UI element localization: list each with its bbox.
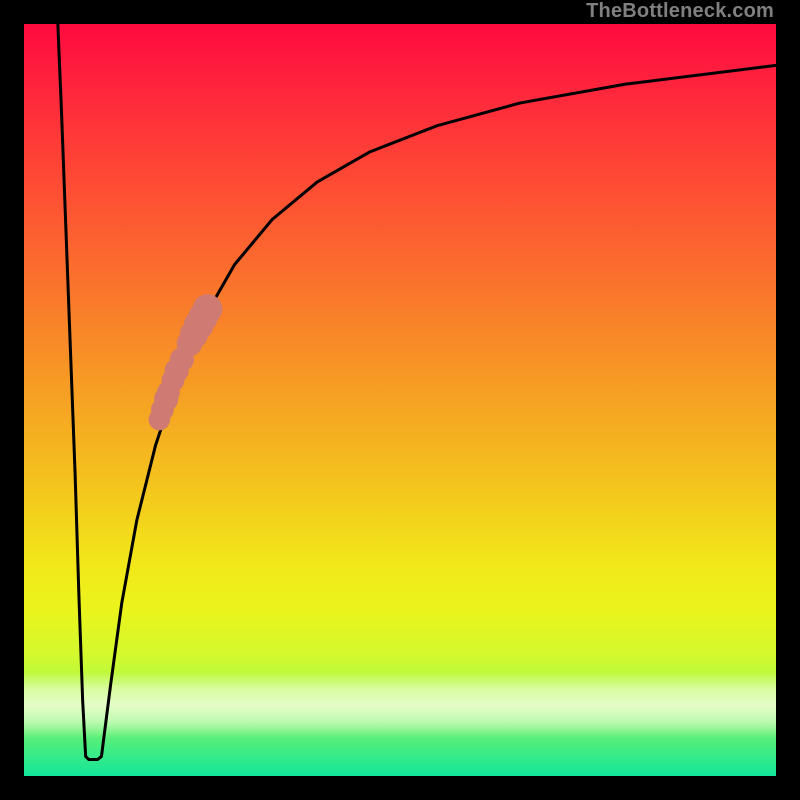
frame-border-right xyxy=(776,0,800,800)
plot-area xyxy=(24,24,776,776)
watermark-text: TheBottleneck.com xyxy=(586,0,774,23)
highlight-dot xyxy=(149,409,171,431)
frame-border-left xyxy=(0,0,24,800)
bottleneck-curve xyxy=(24,24,776,776)
chart-stage: TheBottleneck.com xyxy=(0,0,800,800)
frame-border-bottom xyxy=(0,776,800,800)
highlight-dot xyxy=(196,301,220,325)
